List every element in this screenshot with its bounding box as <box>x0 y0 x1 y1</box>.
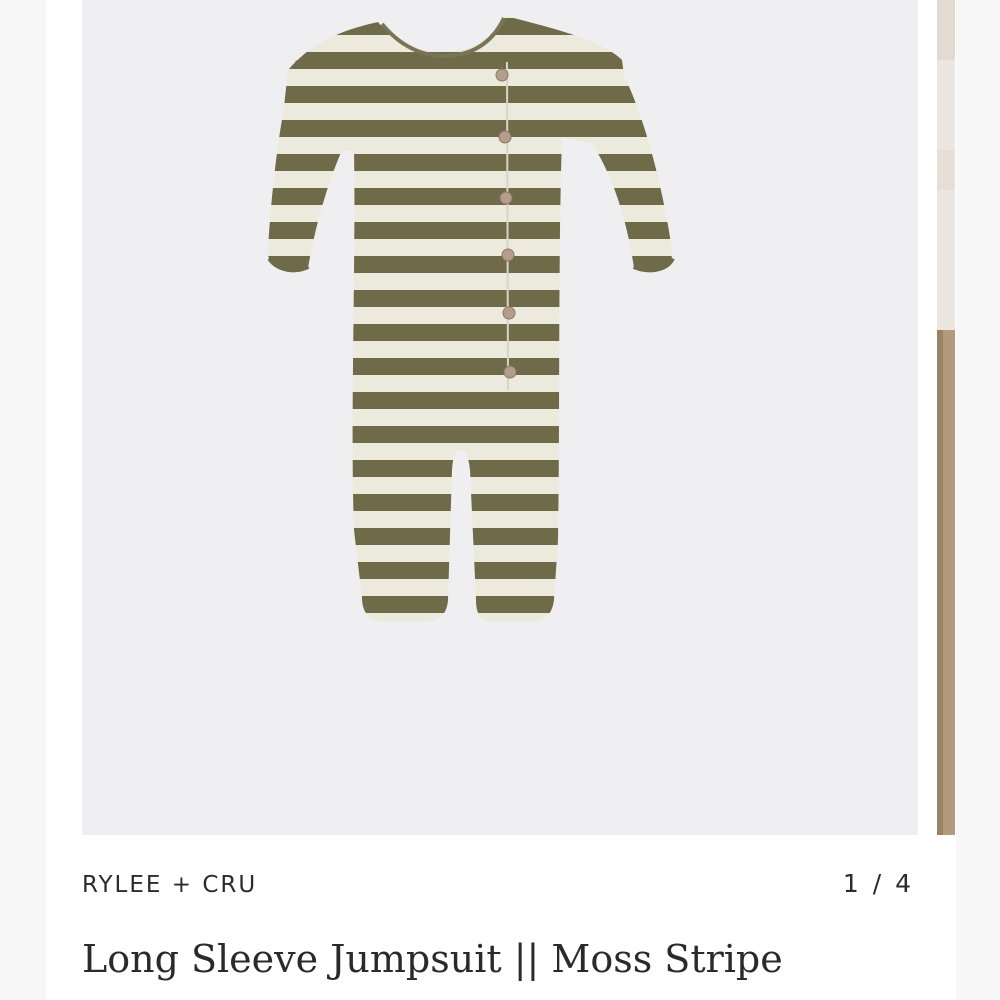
product-image[interactable] <box>82 0 918 835</box>
product-meta-row: RYLEE + CRU 1 / 4 <box>82 866 918 906</box>
product-page: RYLEE + CRU 1 / 4 Long Sleeve Jumpsuit |… <box>0 0 1000 1000</box>
image-gallery[interactable] <box>82 0 918 835</box>
brand-name[interactable]: RYLEE + CRU <box>82 872 257 898</box>
image-counter: 1 / 4 <box>842 869 914 898</box>
product-title: Long Sleeve Jumpsuit || Moss Stripe <box>82 937 783 981</box>
next-image-peek[interactable] <box>937 0 955 835</box>
